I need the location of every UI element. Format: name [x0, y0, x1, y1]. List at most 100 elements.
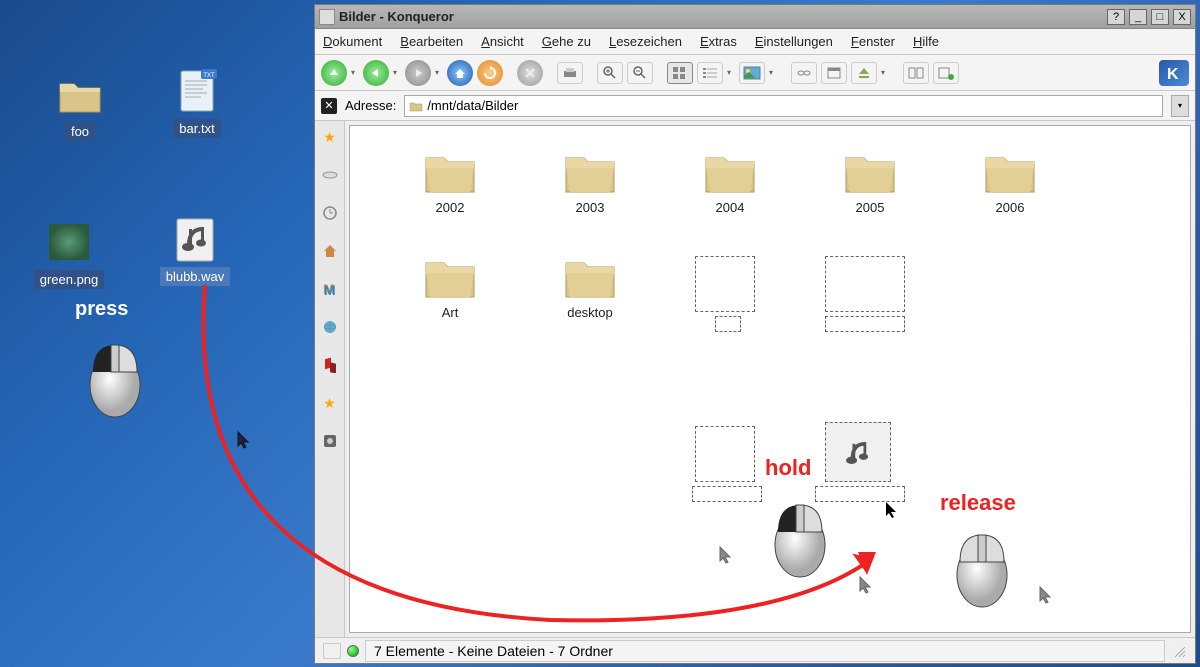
close-button[interactable]: X — [1173, 9, 1191, 25]
desktop-area: foo TXT bar.txt green.png — [0, 0, 310, 667]
home-button[interactable] — [447, 60, 473, 86]
desktop-icon-foo[interactable]: foo — [35, 70, 125, 141]
address-path: /mnt/data/Bilder — [427, 98, 518, 113]
tool-button-3[interactable] — [851, 62, 877, 84]
sidebar-home-icon[interactable] — [321, 243, 339, 261]
nav-forward-button[interactable] — [405, 60, 431, 86]
drag-target — [825, 422, 891, 482]
folder-icon — [409, 100, 423, 112]
icons-view-icon — [672, 66, 688, 80]
svg-text:M: M — [324, 282, 336, 297]
zoom-out-icon — [632, 65, 648, 81]
folder-2006[interactable]: 2006 — [950, 146, 1070, 215]
zoom-out-button[interactable] — [627, 62, 653, 84]
file-view[interactable]: 2002 2003 2004 2005 2006 Art — [349, 125, 1191, 633]
statusbar: 7 Elemente - Keine Dateien - 7 Ordner — [315, 637, 1195, 663]
sidebar-disk-icon[interactable] — [321, 167, 339, 185]
clear-address-button[interactable]: ✕ — [321, 98, 337, 114]
desktop-label: foo — [65, 122, 95, 141]
status-spacer — [323, 643, 341, 659]
dropdown-icon[interactable]: ▾ — [435, 68, 443, 77]
split-view-button-2[interactable] — [933, 62, 959, 84]
resize-grip[interactable] — [1171, 643, 1187, 659]
menu-fenster[interactable]: Fenster — [851, 34, 895, 49]
desktop-icon-blubb-wav[interactable]: blubb.wav — [150, 215, 240, 286]
print-button[interactable] — [557, 62, 583, 84]
kde-k-icon: K — [1164, 63, 1184, 83]
svg-text:K: K — [1167, 66, 1179, 83]
zoom-in-button[interactable] — [597, 62, 623, 84]
view-icons-button[interactable] — [667, 62, 693, 84]
window-icon — [319, 9, 335, 25]
desktop-label: green.png — [34, 270, 105, 289]
folder-icon — [562, 146, 618, 196]
tool-button-2[interactable] — [821, 62, 847, 84]
titlebar[interactable]: Bilder - Konqueror ? _ □ X — [315, 5, 1195, 29]
help-button[interactable]: ? — [1107, 9, 1125, 25]
folder-label: 2006 — [950, 200, 1070, 215]
sidebar-bookmarks-icon[interactable]: ★ — [321, 129, 339, 147]
menu-ansicht[interactable]: Ansicht — [481, 34, 524, 49]
address-dropdown-button[interactable]: ▾ — [1171, 95, 1189, 117]
dropdown-icon[interactable]: ▾ — [769, 68, 777, 77]
drop-placeholder-label — [825, 316, 905, 332]
dropdown-icon[interactable]: ▾ — [393, 68, 401, 77]
split-h-icon — [908, 66, 924, 80]
zoom-in-icon — [602, 65, 618, 81]
folder-2004[interactable]: 2004 — [670, 146, 790, 215]
sidebar-m-icon[interactable]: MM — [321, 281, 339, 299]
dropdown-icon[interactable]: ▾ — [727, 68, 735, 77]
view-preview-button[interactable] — [739, 62, 765, 84]
folder-icon — [842, 146, 898, 196]
sidebar: ★ MM ★ — [315, 121, 345, 637]
folder-icon — [56, 70, 104, 118]
sidebar-flag-icon[interactable] — [321, 357, 339, 375]
split-view-button-1[interactable] — [903, 62, 929, 84]
arrow-right-icon — [412, 67, 424, 79]
status-text: 7 Elemente - Keine Dateien - 7 Ordner — [365, 640, 1165, 662]
nav-up-button[interactable] — [321, 60, 347, 86]
desktop-label: blubb.wav — [160, 267, 231, 286]
folder-2005[interactable]: 2005 — [810, 146, 930, 215]
reload-button[interactable] — [477, 60, 503, 86]
folder-2003[interactable]: 2003 — [530, 146, 650, 215]
folder-label: 2005 — [810, 200, 930, 215]
folder-2002[interactable]: 2002 — [390, 146, 510, 215]
menu-gehe-zu[interactable]: Gehe zu — [542, 34, 591, 49]
arrow-up-icon — [328, 67, 340, 79]
address-field[interactable]: /mnt/data/Bilder — [404, 95, 1163, 117]
folder-icon — [982, 146, 1038, 196]
image-file-icon — [45, 218, 93, 266]
maximize-button[interactable]: □ — [1151, 9, 1169, 25]
addressbar: ✕ Adresse: /mnt/data/Bilder ▾ — [315, 91, 1195, 121]
stop-icon — [524, 67, 536, 79]
dropdown-icon[interactable]: ▾ — [881, 68, 889, 77]
nav-back-button[interactable] — [363, 60, 389, 86]
desktop-icon-bar-txt[interactable]: TXT bar.txt — [152, 67, 242, 138]
minimize-button[interactable]: _ — [1129, 9, 1147, 25]
tool-button-1[interactable] — [791, 62, 817, 84]
status-led-icon — [347, 645, 359, 657]
menu-einstellungen[interactable]: Einstellungen — [755, 34, 833, 49]
sidebar-dot-icon[interactable] — [321, 433, 339, 451]
sidebar-world-icon[interactable] — [321, 319, 339, 337]
menubar: Dokument Bearbeiten Ansicht Gehe zu Lese… — [315, 29, 1195, 55]
folder-label: desktop — [530, 305, 650, 320]
dropdown-icon[interactable]: ▾ — [351, 68, 359, 77]
desktop-icon-green-png[interactable]: green.png — [24, 218, 114, 289]
view-list-button[interactable] — [697, 62, 723, 84]
menu-hilfe[interactable]: Hilfe — [913, 34, 939, 49]
folder-art[interactable]: Art — [390, 251, 510, 320]
menu-lesezeichen[interactable]: Lesezeichen — [609, 34, 682, 49]
menu-dokument[interactable]: Dokument — [323, 34, 382, 49]
menu-extras[interactable]: Extras — [700, 34, 737, 49]
folder-desktop[interactable]: desktop — [530, 251, 650, 320]
folder-icon — [562, 251, 618, 301]
sidebar-clock-icon[interactable] — [321, 205, 339, 223]
sidebar-star-icon[interactable]: ★ — [321, 395, 339, 413]
text-file-icon: TXT — [173, 67, 221, 115]
address-label: Adresse: — [345, 98, 396, 113]
stop-button[interactable] — [517, 60, 543, 86]
menu-bearbeiten[interactable]: Bearbeiten — [400, 34, 463, 49]
folder-label: 2004 — [670, 200, 790, 215]
